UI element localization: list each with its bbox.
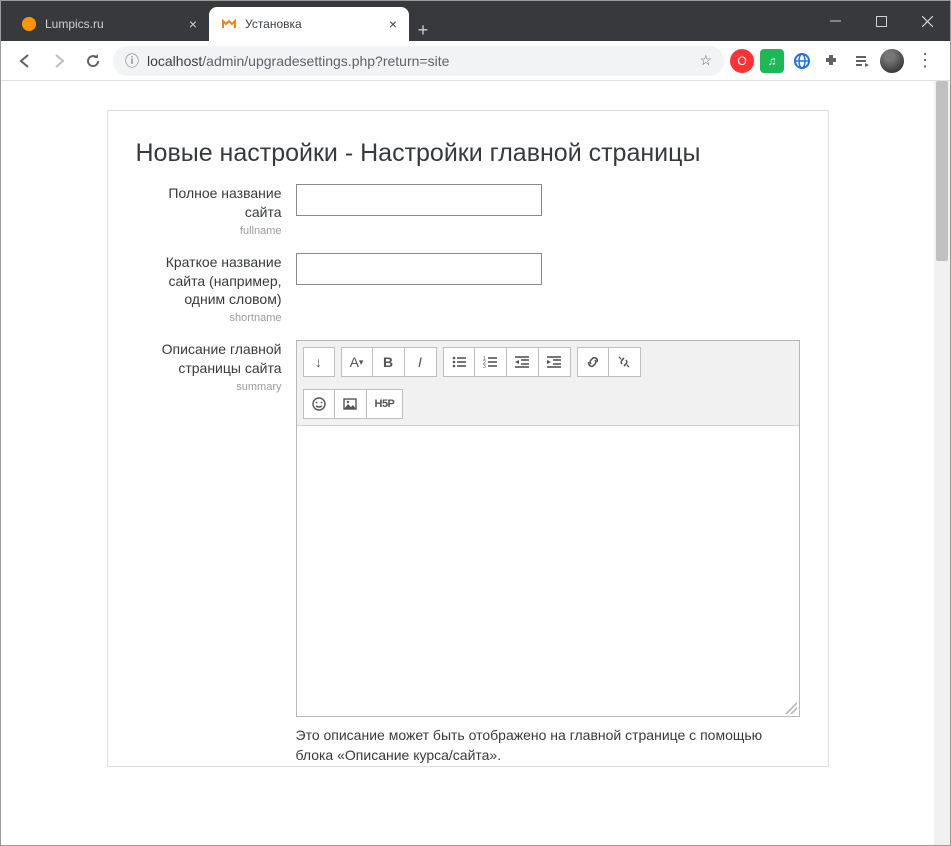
- tabs-strip: Lumpics.ru × Установка × +: [1, 1, 812, 41]
- window-controls: [812, 1, 950, 41]
- rich-text-editor: ↓ A▾ B I 123: [296, 340, 800, 717]
- toolbar-italic-button[interactable]: I: [405, 347, 437, 377]
- url-text: localhost/admin/upgradesettings.php?retu…: [147, 53, 449, 69]
- media-control-icon[interactable]: [850, 49, 874, 73]
- label-fullname: Полное название сайта fullname: [136, 184, 296, 239]
- favicon-lumpics: [21, 16, 37, 32]
- svg-text:3: 3: [483, 364, 486, 369]
- page-viewport: Новые настройки - Настройки главной стра…: [1, 81, 950, 845]
- bookmark-star-icon[interactable]: ☆: [699, 52, 712, 69]
- url-field[interactable]: ⓘ localhost/admin/upgradesettings.php?re…: [113, 46, 724, 76]
- back-button[interactable]: [11, 47, 39, 75]
- profile-avatar[interactable]: [880, 49, 904, 73]
- address-bar: ⓘ localhost/admin/upgradesettings.php?re…: [1, 41, 950, 81]
- close-icon[interactable]: ×: [189, 16, 197, 32]
- close-window-button[interactable]: [904, 1, 950, 41]
- new-tab-button[interactable]: +: [409, 20, 437, 41]
- row-shortname: Краткое название сайта (например, одним …: [136, 253, 800, 327]
- row-fullname: Полное название сайта fullname: [136, 184, 800, 239]
- reload-button[interactable]: [79, 47, 107, 75]
- title-bar: Lumpics.ru × Установка × +: [1, 1, 950, 41]
- summary-description: Это описание может быть отображено на гл…: [296, 725, 800, 766]
- label-summary: Описание главной страницы сайта summary: [136, 340, 296, 766]
- site-info-icon[interactable]: ⓘ: [125, 51, 139, 71]
- forward-button[interactable]: [45, 47, 73, 75]
- page-heading: Новые настройки - Настройки главной стра…: [136, 139, 800, 168]
- toolbar-outdent-button[interactable]: [507, 347, 539, 377]
- editor-textarea[interactable]: [297, 426, 799, 716]
- maximize-button[interactable]: [858, 1, 904, 41]
- toolbar-image-button[interactable]: [335, 389, 367, 419]
- extensions-button[interactable]: [820, 49, 844, 73]
- tab-install[interactable]: Установка ×: [209, 7, 409, 41]
- toolbar-link-button[interactable]: [577, 347, 609, 377]
- toolbar-indent-button[interactable]: [539, 347, 571, 377]
- browser-window: Lumpics.ru × Установка × +: [0, 0, 951, 846]
- tab-title: Установка: [245, 17, 302, 31]
- toolbar-emoji-button[interactable]: [303, 389, 335, 419]
- menu-button[interactable]: ⋮: [910, 50, 940, 71]
- tab-title: Lumpics.ru: [45, 17, 104, 31]
- settings-panel: Новые настройки - Настройки главной стра…: [108, 111, 828, 766]
- toolbar-bold-button[interactable]: B: [373, 347, 405, 377]
- tab-lumpics[interactable]: Lumpics.ru ×: [9, 7, 209, 41]
- toolbar-ul-button[interactable]: [443, 347, 475, 377]
- favicon-moodle: [221, 16, 237, 32]
- extension-icon-music[interactable]: ♫: [760, 49, 784, 73]
- label-shortname: Краткое название сайта (например, одним …: [136, 253, 296, 327]
- input-fullname[interactable]: [296, 184, 542, 216]
- toolbar-ol-button[interactable]: 123: [475, 347, 507, 377]
- close-icon[interactable]: ×: [389, 16, 397, 32]
- extension-icon-globe[interactable]: [790, 49, 814, 73]
- toolbar-paragraph-button[interactable]: A▾: [341, 347, 373, 377]
- resize-handle-icon[interactable]: [785, 702, 797, 714]
- toolbar-h5p-button[interactable]: H5P: [367, 389, 404, 419]
- vertical-scrollbar[interactable]: [934, 81, 950, 845]
- row-summary: Описание главной страницы сайта summary …: [136, 340, 800, 766]
- minimize-button[interactable]: [812, 1, 858, 41]
- toolbar-toggle-button[interactable]: ↓: [303, 347, 335, 377]
- page-content: Новые настройки - Настройки главной стра…: [1, 81, 934, 845]
- editor-toolbar: ↓ A▾ B I 123: [297, 341, 799, 426]
- extension-icon-1[interactable]: O: [730, 49, 754, 73]
- scrollbar-thumb[interactable]: [936, 81, 948, 261]
- toolbar-unlink-button[interactable]: [609, 347, 641, 377]
- input-shortname[interactable]: [296, 253, 542, 285]
